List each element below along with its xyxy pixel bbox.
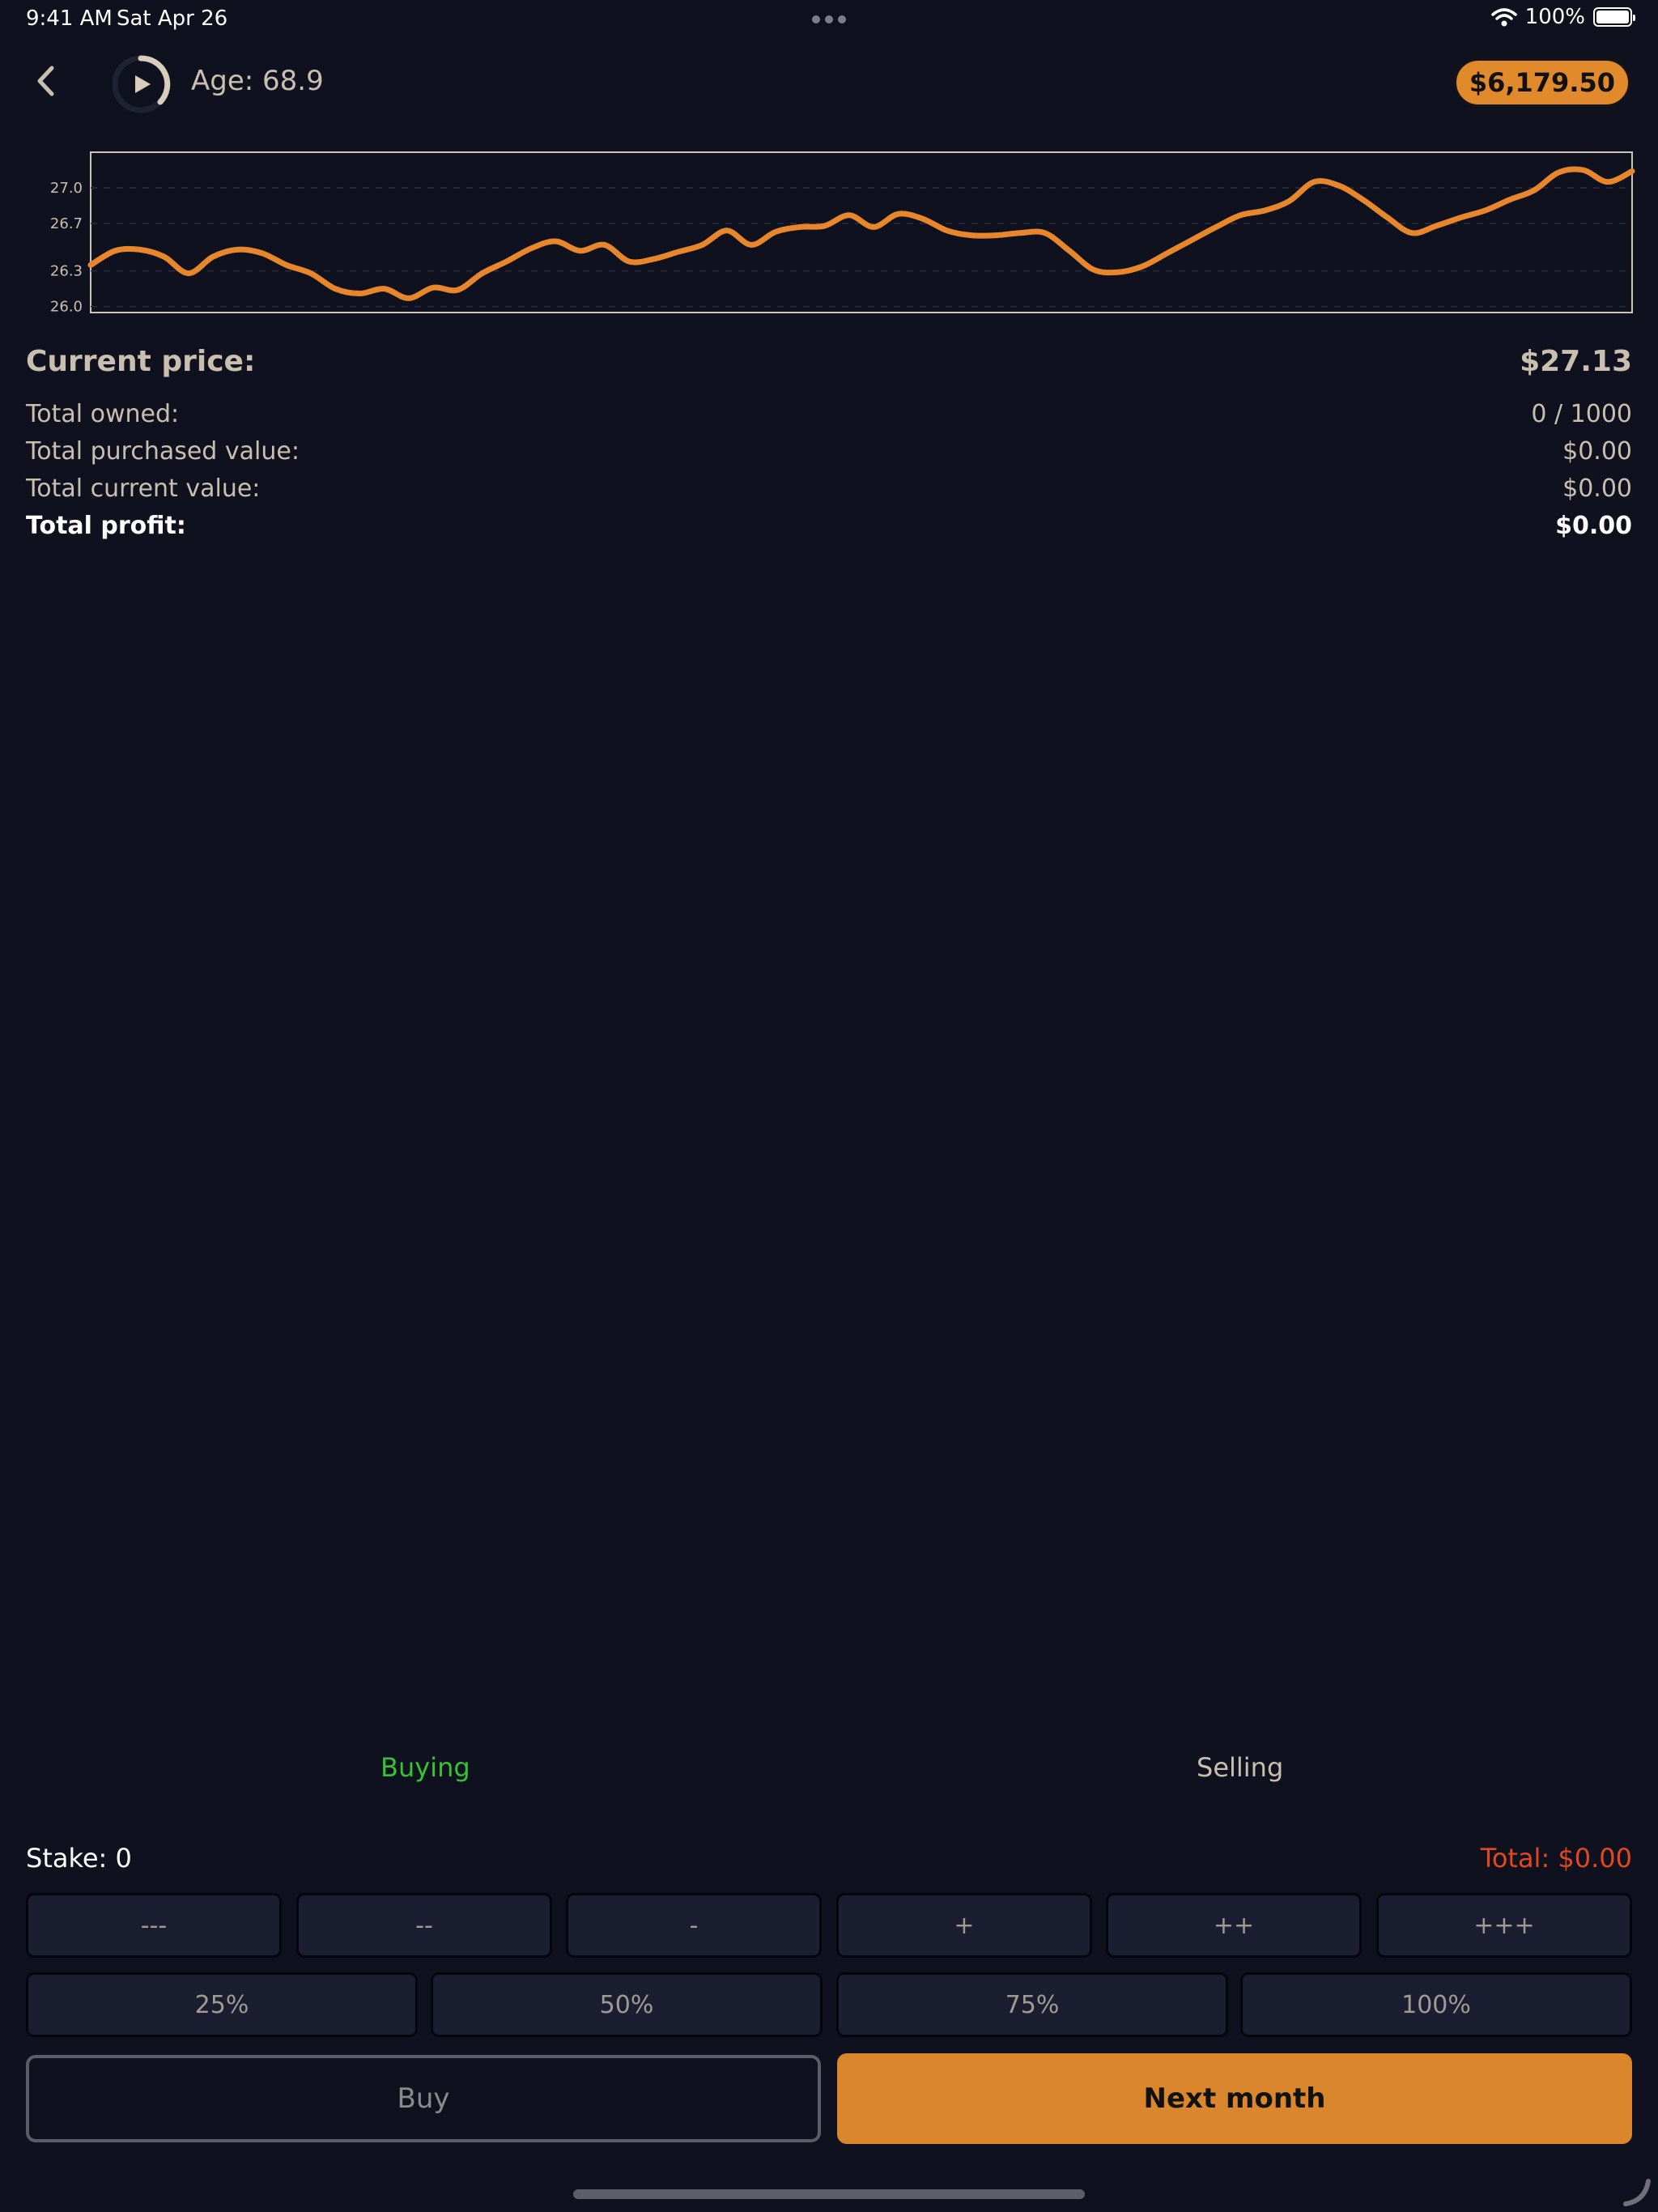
stake-decrease-large-button[interactable]: --- (26, 1893, 282, 1958)
stake-decrease-small-button[interactable]: - (566, 1893, 822, 1958)
battery-percent: 100% (1524, 5, 1585, 29)
y-tick-label: 27.0 (50, 180, 83, 197)
current-value-label: Total current value: (26, 474, 261, 503)
stake-label: Stake: 0 (26, 1843, 132, 1874)
chart-frame (90, 151, 1633, 313)
current-price-value: $27.13 (1520, 345, 1632, 378)
stake-decrease-medium-button[interactable]: -- (296, 1893, 552, 1958)
price-chart: 26.0 26.3 26.7 27.0 (50, 151, 1635, 316)
status-date: Sat Apr 26 (117, 6, 228, 31)
total-profit-value: $0.00 (1555, 512, 1632, 540)
percent-75-button[interactable]: 75% (836, 1972, 1228, 2037)
current-price-label: Current price: (26, 345, 256, 378)
total-owned-value: 0 / 1000 (1531, 400, 1632, 428)
play-progress-icon (112, 55, 171, 113)
current-price-row: Current price: $27.13 (26, 345, 1632, 378)
tab-selling[interactable]: Selling (1197, 1752, 1283, 1783)
multitasking-dots-icon[interactable] (810, 10, 848, 29)
wifi-icon (1490, 8, 1517, 27)
balance-badge: $6,179.50 (1453, 58, 1630, 107)
purchased-value: $0.00 (1562, 437, 1632, 466)
purchased-value-row: Total purchased value: $0.00 (26, 437, 1632, 466)
percent-50-button[interactable]: 50% (431, 1972, 823, 2037)
play-button[interactable] (110, 53, 172, 115)
total-profit-row: Total profit: $0.00 (26, 512, 1632, 540)
next-month-button[interactable]: Next month (837, 2053, 1632, 2144)
buy-button[interactable]: Buy (26, 2055, 821, 2142)
chevron-left-icon (37, 66, 54, 96)
age-label: Age: 68.9 (191, 65, 324, 97)
battery-icon (1593, 7, 1635, 27)
price-series-line (87, 166, 1635, 301)
resize-corner-icon[interactable] (1621, 2175, 1653, 2207)
total-owned-label: Total owned: (26, 400, 180, 428)
total-owned-row: Total owned: 0 / 1000 (26, 400, 1632, 428)
current-value: $0.00 (1562, 474, 1632, 503)
home-indicator[interactable] (573, 2189, 1085, 2199)
percent-25-button[interactable]: 25% (26, 1972, 418, 2037)
total-profit-label: Total profit: (26, 512, 186, 540)
back-button[interactable] (26, 58, 65, 104)
tab-buying[interactable]: Buying (380, 1752, 470, 1783)
current-value-row: Total current value: $0.00 (26, 474, 1632, 503)
y-tick-label: 26.3 (50, 263, 83, 280)
percent-100-button[interactable]: 100% (1240, 1972, 1632, 2037)
status-time: 9:41 AM (26, 6, 113, 31)
total-label: Total: $0.00 (1480, 1843, 1632, 1874)
status-right: 100% (1490, 5, 1635, 29)
purchased-value-label: Total purchased value: (26, 437, 300, 466)
stake-increase-large-button[interactable]: +++ (1376, 1893, 1632, 1958)
y-tick-label: 26.7 (50, 215, 83, 232)
y-tick-label: 26.0 (50, 299, 83, 316)
stock-trading-screen: 9:41 AM Sat Apr 26 100% Age: 68.9 $6,179… (0, 0, 1658, 2212)
stake-increase-medium-button[interactable]: ++ (1106, 1893, 1362, 1958)
stake-increase-small-button[interactable]: + (836, 1893, 1092, 1958)
